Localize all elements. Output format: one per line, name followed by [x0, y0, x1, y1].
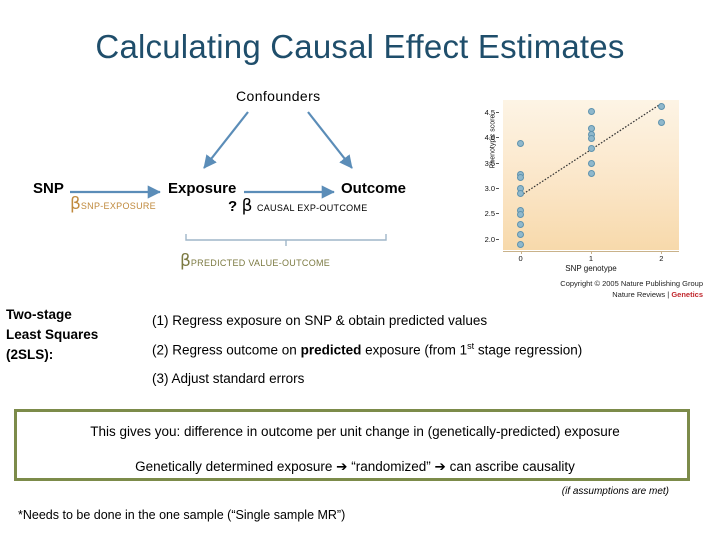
- node-exposure: Exposure: [168, 180, 237, 197]
- chart-point: [657, 103, 665, 111]
- chart-xtick-mark: [520, 251, 522, 254]
- chart-point: [517, 189, 525, 197]
- chart-points-layer: [503, 100, 679, 250]
- tsls-label-line1: Two-stage: [6, 307, 72, 322]
- tsls-step-number: (1): [152, 313, 169, 328]
- beta-subscript: PREDICTED VALUE-OUTCOME: [190, 258, 331, 268]
- chart-xlabel: SNP genotype: [565, 264, 617, 273]
- chart-ytick-label: 4.0: [475, 133, 499, 142]
- beta-predicted-value-outcome: βPREDICTED VALUE-OUTCOME: [180, 253, 330, 271]
- chart-ytick-mark: [496, 111, 499, 113]
- chart-point: [517, 241, 525, 249]
- node-snp: SNP: [33, 180, 64, 197]
- chart-ytick-mark: [496, 162, 499, 164]
- causal-diagram: Confounders SNP Exposure Outcome βSNP-EX…: [0, 88, 470, 288]
- beta-symbol: β: [180, 251, 191, 271]
- chart-ytick-label: 3.0: [475, 184, 499, 193]
- chart-xtick-mark: [591, 251, 592, 254]
- footnote: *Needs to be done in the one sample (“Si…: [18, 508, 346, 522]
- page-title: Calculating Causal Effect Estimates: [95, 28, 625, 65]
- question-mark: ?: [228, 198, 238, 215]
- slide-root: Calculating Causal Effect Estimates Conf…: [0, 0, 720, 540]
- node-confounders: Confounders: [236, 88, 321, 104]
- scatter-figure: Phenotypic score 2.0 2.5 3.0 3.5 4.0 4.5 012 …: [469, 96, 714, 309]
- tsls-step-text-end: stage regression): [474, 342, 583, 358]
- chart-xtick-label: 2: [659, 254, 664, 263]
- tsls-step-text: Adjust standard errors: [168, 370, 305, 386]
- chart-ytick-label: 2.5: [475, 209, 499, 218]
- beta-causal-exp-outcome: ? β CAUSAL EXP-OUTCOME: [228, 198, 368, 216]
- copyright-journal: Nature Reviews |: [612, 290, 672, 299]
- tsls-label: Two-stage Least Squares (2SLS):: [6, 305, 98, 365]
- summary-box: This gives you: difference in outcome pe…: [14, 409, 690, 497]
- chart-point: [517, 210, 525, 218]
- chart-point: [587, 108, 595, 116]
- summary-line2: Genetically determined exposure ➔ “rando…: [135, 459, 575, 474]
- chart-xtick-label: 1: [588, 254, 594, 263]
- chart-point: [517, 231, 525, 239]
- chart-point: [657, 119, 665, 127]
- beta-symbol: β: [241, 196, 253, 216]
- chart-ytick-mark: [496, 187, 499, 189]
- tsls-label-line3: (2SLS):: [6, 347, 54, 362]
- tsls-steps: (1) Regress exposure on SNP & obtain pre…: [152, 313, 692, 399]
- tsls-label-line2: Least Squares: [6, 327, 99, 342]
- tsls-step-text-cont: exposure (from 1: [361, 342, 468, 358]
- tsls-step-text: Regress exposure on SNP & obtain predict…: [168, 313, 488, 328]
- copyright-line2: Nature Reviews | Genetics: [483, 289, 703, 300]
- bracket-predicted-value: [185, 234, 387, 241]
- chart-ytick-label: 4.5: [475, 108, 499, 117]
- node-outcome: Outcome: [341, 180, 407, 197]
- summary-line1: This gives you: difference in outcome pe…: [90, 424, 620, 439]
- chart-point: [517, 221, 525, 229]
- beta-subscript: CAUSAL EXP-OUTCOME: [256, 203, 368, 213]
- tsls-step-number: (3): [152, 370, 169, 386]
- beta-symbol: β: [70, 194, 81, 214]
- beta-snp-exposure: βSNP-EXPOSURE: [70, 196, 156, 214]
- chart-ytick-mark: [496, 213, 499, 215]
- tsls-step: (3) Adjust standard errors: [152, 371, 692, 386]
- figure-copyright: Copyright © 2005 Nature Publishing Group…: [483, 278, 720, 300]
- tsls-step: (2) Regress outcome on predicted exposur…: [152, 341, 692, 358]
- tsls-step: (1) Regress exposure on SNP & obtain pre…: [152, 313, 692, 328]
- chart-point: [587, 170, 595, 178]
- chart-point: [587, 160, 595, 168]
- chart-xtick-label: 0: [518, 254, 523, 263]
- beta-subscript: SNP-EXPOSURE: [80, 201, 156, 211]
- arrow-confounders-outcome: [307, 111, 353, 169]
- tsls-step-emphasis: predicted: [300, 342, 362, 358]
- chart-point: [587, 144, 595, 152]
- arrow-confounders-exposure: [203, 111, 249, 169]
- chart-point: [517, 174, 525, 182]
- chart-point: [587, 134, 595, 142]
- summary-note: (if assumptions are met): [561, 486, 669, 497]
- copyright-line1: Copyright © 2005 Nature Publishing Group: [560, 279, 703, 288]
- chart-xtick-mark: [661, 251, 663, 254]
- chart-ytick-label: 3.5: [475, 159, 499, 168]
- chart-point: [517, 139, 525, 147]
- chart-ytick-label: 2.0: [475, 235, 499, 244]
- tsls-step-number: (2): [152, 342, 169, 358]
- copyright-genetics: Genetics: [671, 290, 703, 299]
- chart-ytick-mark: [496, 238, 499, 240]
- chart-plot-area: [503, 100, 679, 250]
- tsls-step-text: Regress outcome on: [168, 342, 301, 358]
- chart-ytick-mark: [496, 137, 499, 139]
